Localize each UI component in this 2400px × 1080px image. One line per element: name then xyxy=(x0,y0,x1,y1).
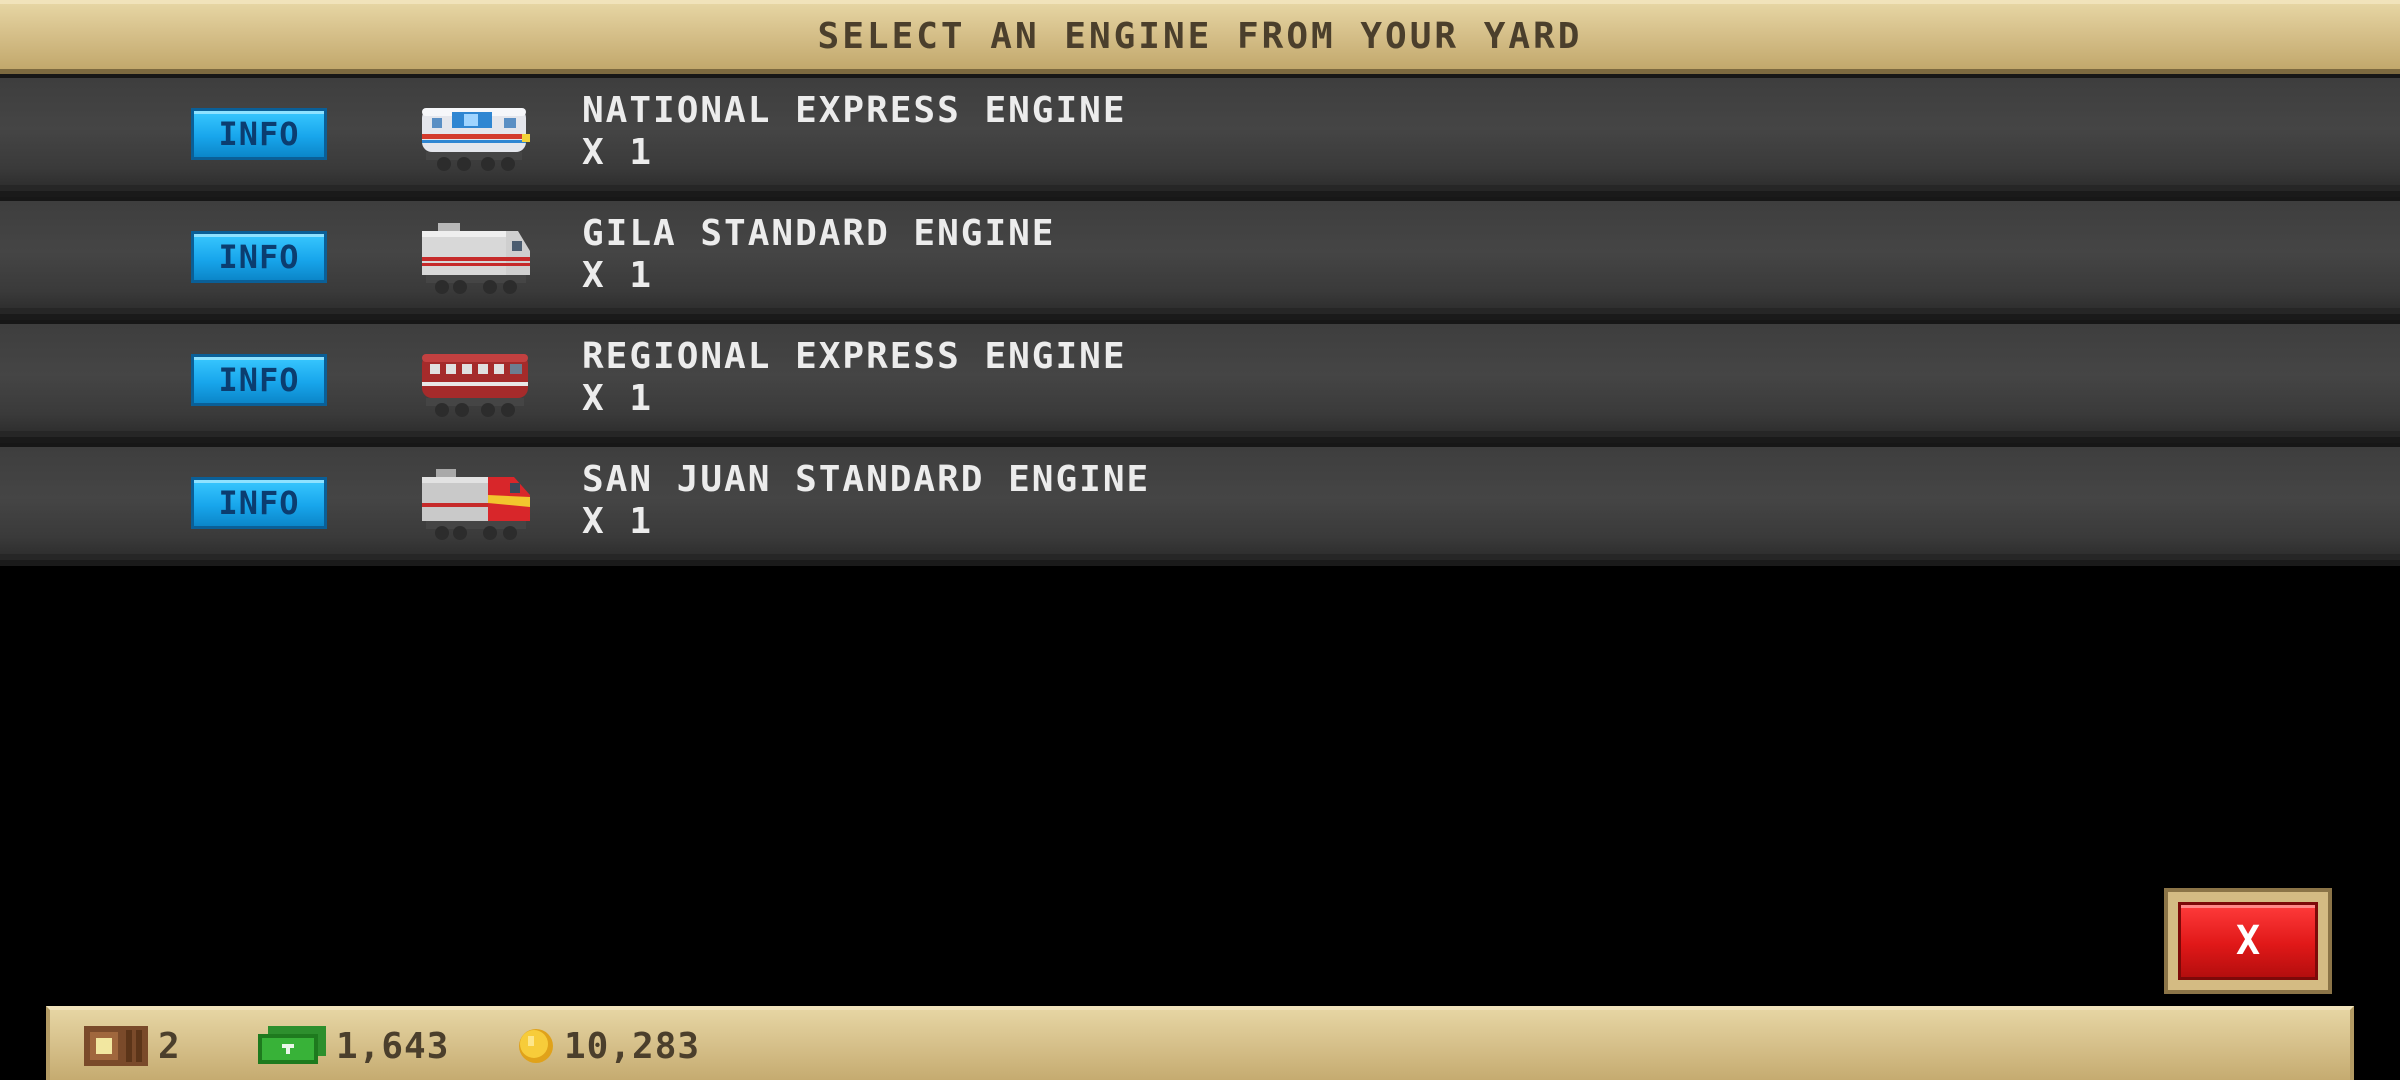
info-button[interactable]: INFO xyxy=(191,231,327,283)
cash-count: 1,643 xyxy=(256,1024,449,1068)
engine-count: X 1 xyxy=(582,501,654,542)
crate-count: 2 xyxy=(82,1024,181,1068)
cash-icon xyxy=(258,1026,326,1064)
info-button[interactable]: INFO xyxy=(191,108,327,160)
crate-value: 2 xyxy=(158,1025,181,1067)
engine-row-regional-express[interactable]: INFO REGIONAL EXPRESS ENGINE X 1 xyxy=(0,320,2400,443)
engine-name: REGIONAL EXPRESS ENGINE xyxy=(582,336,1127,377)
engine-name: NATIONAL EXPRESS ENGINE xyxy=(582,90,1127,131)
title-bar: SELECT AN ENGINE FROM YOUR YARD xyxy=(0,0,2400,74)
engine-list: INFO NATIONAL EXPRESS ENGINE X 1 INFO GI… xyxy=(0,74,2400,566)
engine-name: SAN JUAN STANDARD ENGINE xyxy=(582,459,1151,500)
page-title: SELECT AN ENGINE FROM YOUR YARD xyxy=(817,16,1583,57)
status-bar: 2 1,643 10,283 xyxy=(46,1006,2354,1080)
engine-count: X 1 xyxy=(582,378,654,419)
close-button[interactable]: X xyxy=(2164,888,2332,994)
close-icon[interactable]: X xyxy=(2178,902,2318,980)
engine-row-gila-standard[interactable]: INFO GILA STANDARD ENGINE X 1 xyxy=(0,197,2400,320)
san-juan-standard-engine-icon xyxy=(422,469,530,540)
cash-value: 1,643 xyxy=(336,1025,450,1067)
engine-row-national-express[interactable]: INFO NATIONAL EXPRESS ENGINE X 1 xyxy=(0,74,2400,197)
engine-count: X 1 xyxy=(582,132,654,173)
engine-row-san-juan-standard[interactable]: INFO SAN JUAN STANDARD ENGINE X 1 xyxy=(0,443,2400,566)
engine-name: GILA STANDARD ENGINE xyxy=(582,213,1056,254)
national-express-engine-icon xyxy=(422,108,530,171)
regional-express-engine-icon xyxy=(422,354,528,417)
coin-icon xyxy=(519,1029,553,1063)
info-button[interactable]: INFO xyxy=(191,354,327,406)
coin-count: 10,283 xyxy=(516,1024,700,1068)
crate-icon xyxy=(84,1026,148,1066)
gila-standard-engine-icon xyxy=(422,223,530,294)
coin-value: 10,283 xyxy=(564,1025,701,1067)
engine-count: X 1 xyxy=(582,255,654,296)
info-button[interactable]: INFO xyxy=(191,477,327,529)
